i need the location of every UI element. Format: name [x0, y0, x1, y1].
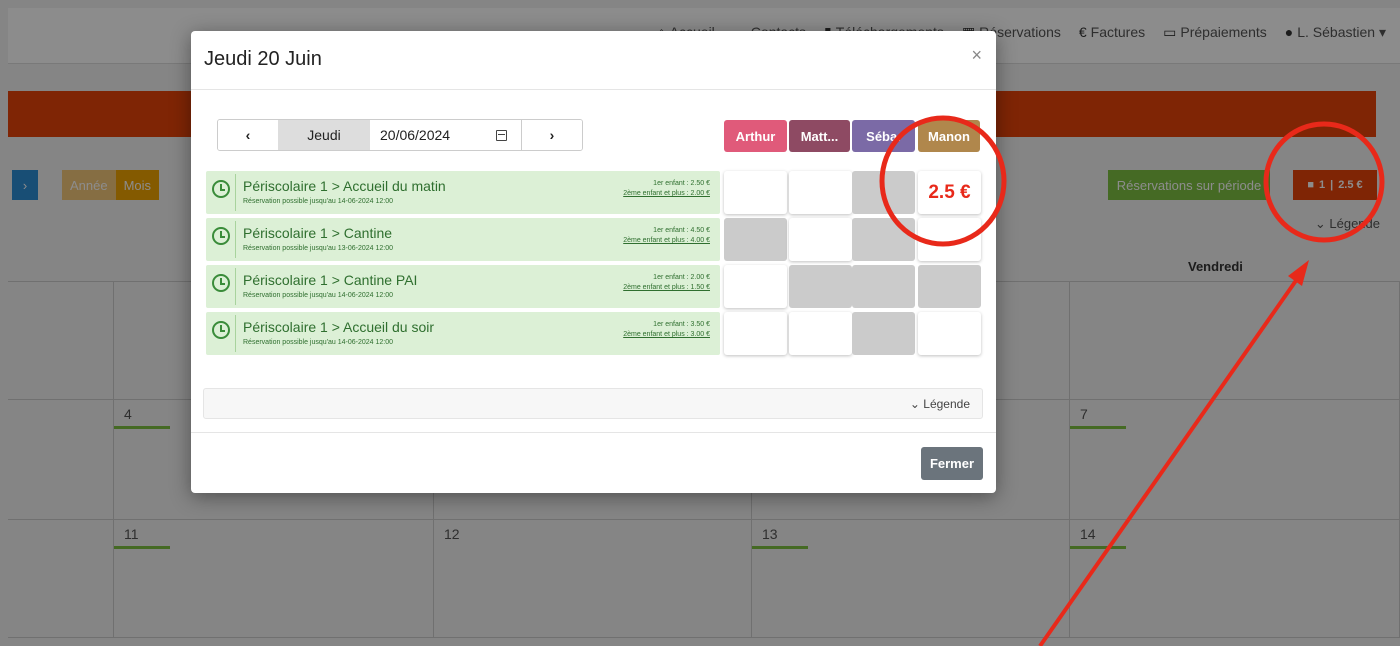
current-day-name: Jeudi	[278, 120, 370, 150]
slot-pai-arthur[interactable]	[724, 265, 787, 308]
service-deadline: Réservation possible jusqu'au 14-06-2024…	[243, 198, 393, 205]
child-column-seba[interactable]: Séba.	[852, 120, 915, 152]
price-next-children: 2ème enfant et plus : 4.00 €	[623, 237, 710, 244]
slot-matin-matt[interactable]	[789, 171, 852, 214]
price-first-child: 1er enfant : 2.50 €	[653, 180, 710, 187]
slot-cantine-arthur	[724, 218, 787, 261]
price-first-child: 1er enfant : 4.50 €	[653, 227, 710, 234]
price-first-child: 1er enfant : 3.50 €	[653, 321, 710, 328]
date-input[interactable]: 20/06/2024	[370, 120, 522, 150]
price-first-child: 1er enfant : 2.00 €	[653, 274, 710, 281]
chevron-right-icon: ›	[549, 127, 555, 143]
slot-soir-seba	[852, 312, 915, 355]
child-column-matt[interactable]: Matt...	[789, 120, 850, 152]
service-row-accueil-matin: Périscolaire 1 > Accueil du matin Réserv…	[206, 171, 720, 214]
service-row-accueil-soir: Périscolaire 1 > Accueil du soir Réserva…	[206, 312, 720, 355]
slot-soir-matt[interactable]	[789, 312, 852, 355]
slot-pai-matt	[789, 265, 852, 308]
slot-soir-manon[interactable]	[918, 312, 981, 355]
service-name: Périscolaire 1 > Cantine PAI	[243, 272, 418, 288]
slot-pai-seba	[852, 265, 915, 308]
slot-pai-manon	[918, 265, 981, 308]
previous-day-button[interactable]: ‹	[218, 120, 278, 150]
calendar-icon[interactable]	[496, 129, 507, 141]
service-deadline: Réservation possible jusqu'au 14-06-2024…	[243, 339, 393, 346]
date-navigator: ‹ Jeudi 20/06/2024 ›	[217, 119, 583, 151]
modal-title: Jeudi 20 Juin	[204, 48, 322, 70]
chevron-left-icon: ‹	[245, 127, 251, 143]
service-name: Périscolaire 1 > Accueil du matin	[243, 178, 446, 194]
service-row-cantine: Périscolaire 1 > Cantine Réservation pos…	[206, 218, 720, 261]
slot-cantine-matt[interactable]	[789, 218, 852, 261]
modal-legend-toggle[interactable]: ⌄ Légende	[203, 388, 983, 419]
slot-cantine-seba	[852, 218, 915, 261]
service-deadline: Réservation possible jusqu'au 14-06-2024…	[243, 292, 393, 299]
service-deadline: Réservation possible jusqu'au 13-06-2024…	[243, 245, 393, 252]
price-next-children: 2ème enfant et plus : 3.00 €	[623, 331, 710, 338]
slot-matin-manon[interactable]: 2.5 €	[918, 171, 981, 214]
service-name: Périscolaire 1 > Accueil du soir	[243, 319, 435, 335]
next-day-button[interactable]: ›	[522, 120, 582, 150]
chevron-down-icon: ⌄	[909, 397, 920, 411]
clock-icon	[212, 274, 230, 292]
price-next-children: 2ème enfant et plus : 2.00 €	[623, 190, 710, 197]
service-name: Périscolaire 1 > Cantine	[243, 225, 393, 241]
close-icon[interactable]: ×	[971, 45, 982, 66]
slot-soir-arthur[interactable]	[724, 312, 787, 355]
slot-matin-arthur[interactable]	[724, 171, 787, 214]
clock-icon	[212, 321, 230, 339]
clock-icon	[212, 180, 230, 198]
child-column-manon[interactable]: Manon	[918, 120, 980, 152]
close-modal-button[interactable]: Fermer	[921, 447, 983, 480]
slot-cantine-manon[interactable]	[918, 218, 981, 261]
day-reservation-modal: Jeudi 20 Juin × ‹ Jeudi 20/06/2024 › Art…	[191, 31, 996, 493]
price-next-children: 2ème enfant et plus : 1.50 €	[623, 284, 710, 291]
clock-icon	[212, 227, 230, 245]
child-column-arthur[interactable]: Arthur	[724, 120, 787, 152]
slot-matin-seba	[852, 171, 915, 214]
service-row-cantine-pai: Périscolaire 1 > Cantine PAI Réservation…	[206, 265, 720, 308]
